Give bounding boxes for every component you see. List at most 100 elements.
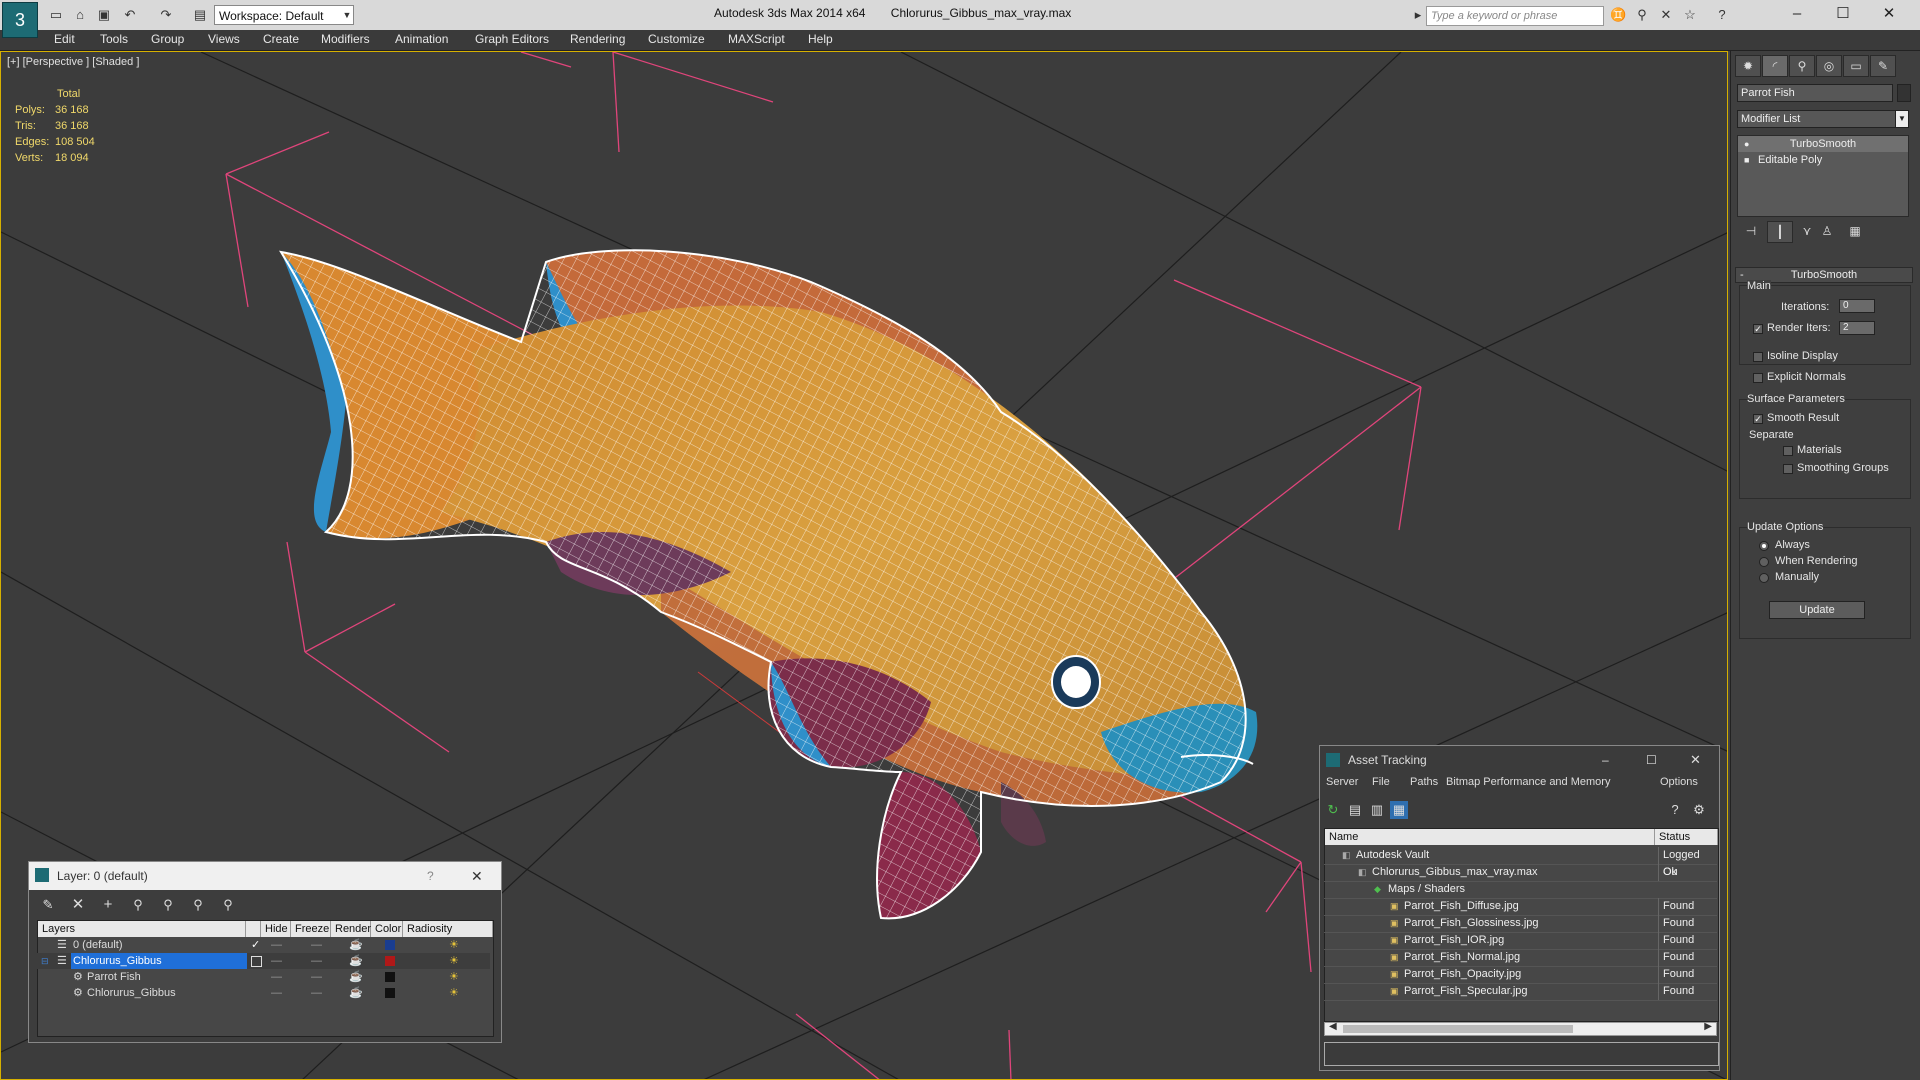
layer-color-swatch[interactable] bbox=[385, 940, 395, 950]
update-button[interactable]: Update bbox=[1769, 601, 1865, 619]
favorites-icon[interactable]: ☆ bbox=[1682, 7, 1698, 23]
col-color[interactable]: Color bbox=[371, 921, 403, 937]
col-hide[interactable]: Hide bbox=[261, 921, 291, 937]
list-view-icon[interactable]: ▤ bbox=[1346, 801, 1364, 819]
col-status[interactable]: Status bbox=[1655, 829, 1718, 845]
asset-menu-server[interactable]: Server bbox=[1326, 776, 1358, 788]
asset-name[interactable]: Parrot_Fish_IOR.jpg bbox=[1404, 932, 1504, 949]
settings-icon[interactable]: ⚙ bbox=[1690, 801, 1708, 819]
workspace-dropdown[interactable]: Workspace: Default bbox=[214, 5, 354, 25]
hierarchy-tab-icon[interactable]: ⚲ bbox=[1789, 55, 1815, 77]
undo-icon[interactable]: ↶ bbox=[122, 7, 138, 23]
asset-menu-file[interactable]: File bbox=[1372, 776, 1390, 788]
expand-icon[interactable]: ■ bbox=[1744, 152, 1749, 168]
render-iters-checkbox[interactable]: ✓ bbox=[1753, 324, 1763, 334]
asset-name[interactable]: Chlorurus_Gibbus_max_vray.max bbox=[1372, 864, 1537, 881]
render-teapot-icon[interactable]: ☕ bbox=[349, 969, 363, 985]
layer-color-swatch[interactable] bbox=[385, 956, 395, 966]
add-to-layer-icon[interactable]: + bbox=[99, 896, 117, 914]
asset-name[interactable]: Parrot_Fish_Diffuse.jpg bbox=[1404, 898, 1519, 915]
layer-row[interactable]: ⊟ ☰ Chlorurus_Gibbus — — ☕ ☀ bbox=[37, 953, 490, 969]
help-icon[interactable]: ? bbox=[427, 862, 434, 890]
maximize-button[interactable]: ☐ bbox=[1828, 3, 1858, 25]
binoculars-icon[interactable]: ♊ bbox=[1610, 7, 1626, 23]
open-file-icon[interactable]: ⌂ bbox=[72, 7, 88, 23]
utilities-tab-icon[interactable]: ✎ bbox=[1870, 55, 1896, 77]
active-layer-check-icon[interactable]: ✓ bbox=[251, 937, 260, 953]
asset-name[interactable]: Parrot_Fish_Opacity.jpg bbox=[1404, 966, 1521, 983]
modifier-list-dropdown[interactable]: Modifier List bbox=[1737, 110, 1909, 128]
asset-row[interactable]: ▣ Parrot_Fish_Glossiness.jpg Found bbox=[1324, 915, 1717, 933]
horizontal-scrollbar[interactable]: ◀ ▶ bbox=[1324, 1021, 1717, 1036]
minimize-icon[interactable]: – bbox=[1602, 746, 1609, 774]
maximize-icon[interactable]: ☐ bbox=[1646, 746, 1657, 774]
configure-modifier-sets-icon[interactable]: ▦ bbox=[1843, 221, 1867, 241]
hide-toggle[interactable]: — bbox=[271, 953, 282, 969]
radiosity-icon[interactable]: ☀ bbox=[449, 953, 459, 969]
explicit-normals-checkbox[interactable] bbox=[1753, 373, 1763, 383]
show-end-result-icon[interactable]: ┃ bbox=[1767, 221, 1793, 243]
isoline-display-checkbox[interactable] bbox=[1753, 352, 1763, 362]
freeze-toggle[interactable]: — bbox=[311, 953, 322, 969]
layer-color-swatch[interactable] bbox=[385, 988, 395, 998]
freeze-all-icon[interactable]: ⚲ bbox=[219, 896, 237, 914]
highlight-layer-icon[interactable]: ⚲ bbox=[159, 896, 177, 914]
asset-tracking-title-bar[interactable]: Asset Tracking – ☐ ✕ bbox=[1320, 746, 1719, 774]
app-menu-button[interactable]: 3 bbox=[2, 2, 38, 38]
menu-rendering[interactable]: Rendering bbox=[570, 32, 625, 46]
menu-maxscript[interactable]: MAXScript bbox=[728, 32, 785, 46]
asset-row[interactable]: ◧ Autodesk Vault Logged Ou bbox=[1324, 847, 1717, 881]
asset-path-field[interactable] bbox=[1324, 1042, 1719, 1066]
help-icon[interactable]: ? bbox=[1714, 7, 1730, 23]
render-teapot-icon[interactable]: ☕ bbox=[349, 937, 363, 953]
modify-tab-icon[interactable]: ◜ bbox=[1762, 55, 1788, 77]
menu-help[interactable]: Help bbox=[808, 32, 833, 46]
hide-all-icon[interactable]: ⚲ bbox=[189, 896, 207, 914]
menu-views[interactable]: Views bbox=[208, 32, 240, 46]
communication-icon[interactable]: ✕ bbox=[1658, 7, 1674, 23]
hide-toggle[interactable]: — bbox=[271, 985, 282, 1001]
iterations-spinner[interactable]: 0 bbox=[1839, 299, 1875, 313]
expand-search-icon[interactable]: ▸ bbox=[1410, 7, 1426, 23]
menu-customize[interactable]: Customize bbox=[648, 32, 705, 46]
asset-name[interactable]: Autodesk Vault bbox=[1356, 847, 1429, 864]
asset-row[interactable]: ▣ Parrot_Fish_Specular.jpg Found bbox=[1324, 983, 1717, 1001]
layer-row[interactable]: ☰ 0 (default) ✓ — — ☕ ☀ bbox=[37, 937, 490, 953]
asset-row[interactable]: ▣ Parrot_Fish_IOR.jpg Found bbox=[1324, 932, 1717, 950]
radiosity-icon[interactable]: ☀ bbox=[449, 985, 459, 1001]
stack-item-turbosmooth[interactable]: ● TurboSmooth bbox=[1738, 136, 1908, 152]
materials-checkbox[interactable] bbox=[1783, 446, 1793, 456]
asset-name[interactable]: Parrot_Fish_Normal.jpg bbox=[1404, 949, 1520, 966]
table-view-icon[interactable]: ▦ bbox=[1390, 801, 1408, 819]
radiosity-icon[interactable]: ☀ bbox=[449, 969, 459, 985]
layer-row[interactable]: ⚙ Parrot Fish — — ☕ ☀ bbox=[37, 969, 490, 985]
freeze-toggle[interactable]: — bbox=[311, 937, 322, 953]
motion-tab-icon[interactable]: ◎ bbox=[1816, 55, 1842, 77]
asset-name[interactable]: Parrot_Fish_Glossiness.jpg bbox=[1404, 915, 1539, 932]
col-name[interactable]: Name bbox=[1325, 829, 1655, 845]
layer-dialog-title-bar[interactable]: Layer: 0 (default) ? ✕ bbox=[29, 862, 501, 890]
delete-layer-icon[interactable]: ✕ bbox=[69, 896, 87, 914]
tree-view-icon[interactable]: ▥ bbox=[1368, 801, 1386, 819]
col-freeze[interactable]: Freeze bbox=[291, 921, 331, 937]
render-teapot-icon[interactable]: ☕ bbox=[349, 953, 363, 969]
lightbulb-icon[interactable]: ● bbox=[1744, 136, 1749, 152]
hide-toggle[interactable]: — bbox=[271, 969, 282, 985]
collapse-icon[interactable]: ⊟ bbox=[41, 953, 49, 969]
close-button[interactable]: ✕ bbox=[1874, 3, 1904, 25]
asset-row[interactable]: ◆ Maps / Shaders bbox=[1324, 881, 1717, 899]
asset-menu-bitmap[interactable]: Bitmap Performance and Memory bbox=[1446, 776, 1610, 788]
when-rendering-radio[interactable] bbox=[1759, 557, 1769, 567]
col-layers[interactable]: Layers bbox=[38, 921, 246, 937]
asset-name[interactable]: Maps / Shaders bbox=[1388, 881, 1465, 898]
set-current-layer-box[interactable] bbox=[251, 956, 262, 967]
col-radiosity[interactable]: Radiosity bbox=[403, 921, 493, 937]
display-tab-icon[interactable]: ▭ bbox=[1843, 55, 1869, 77]
menu-modifiers[interactable]: Modifiers bbox=[321, 32, 370, 46]
asset-row[interactable]: ▣ Parrot_Fish_Normal.jpg Found bbox=[1324, 949, 1717, 967]
layer-object-name[interactable]: Parrot Fish bbox=[87, 969, 141, 985]
chevron-down-icon[interactable]: ▼ bbox=[1895, 110, 1909, 128]
object-name-field[interactable]: Parrot Fish bbox=[1737, 84, 1893, 102]
menu-animation[interactable]: Animation bbox=[395, 32, 448, 46]
save-file-icon[interactable]: ▣ bbox=[96, 7, 112, 23]
